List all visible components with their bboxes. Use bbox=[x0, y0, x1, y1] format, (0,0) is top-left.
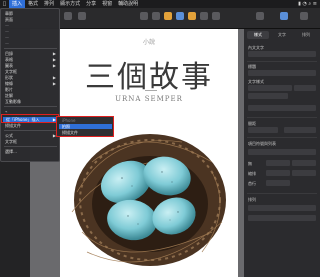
view-icon[interactable] bbox=[64, 12, 72, 20]
menu-item-interactive-image[interactable]: 互動影像 bbox=[5, 99, 57, 104]
text-icon[interactable] bbox=[176, 12, 184, 20]
menu-separator bbox=[4, 146, 57, 147]
menu-item-scan[interactable]: 掃描文件 bbox=[5, 123, 57, 128]
title-divider bbox=[145, 90, 157, 91]
comment-icon[interactable] bbox=[212, 12, 220, 20]
bold-italic-buttons[interactable] bbox=[248, 93, 288, 99]
indent-field-4[interactable] bbox=[292, 170, 316, 176]
menu-item-video[interactable]: 影片 bbox=[5, 87, 57, 92]
separator bbox=[247, 117, 317, 118]
menu-item-line[interactable]: 線條 bbox=[5, 81, 57, 86]
menu-share[interactable]: 分享 bbox=[83, 0, 99, 8]
menu-insert[interactable]: 插入 bbox=[9, 0, 26, 8]
indent-field-1[interactable] bbox=[266, 160, 290, 166]
menu-item-textbox[interactable]: 文字框 bbox=[5, 69, 57, 74]
chevron-right-icon: ▶ bbox=[52, 81, 56, 86]
menu-item-chart[interactable]: 圖表 bbox=[5, 63, 57, 68]
separator bbox=[247, 137, 317, 138]
chart-icon[interactable] bbox=[164, 12, 172, 20]
status-icons: ▮ ◔ ⌕ ≡ bbox=[298, 1, 317, 7]
subtitle-text: 小說 bbox=[142, 39, 155, 46]
insert-menu: 章節 頁面 — — — — 目錄 ▶ 表格 ▶ 圖表 ▶ 文字框 形狀 ▶ 線條… bbox=[0, 8, 60, 162]
tab-arrange[interactable]: 排列 bbox=[295, 31, 317, 39]
chevron-right-icon: ▶ bbox=[52, 63, 56, 68]
font-size-field[interactable] bbox=[294, 85, 316, 91]
menu-item-disabled-4: — bbox=[5, 41, 9, 46]
columns-control[interactable] bbox=[248, 215, 316, 221]
indent-field-3[interactable] bbox=[266, 170, 290, 176]
highlight-box-device bbox=[1, 114, 59, 123]
highlight-box-submenu bbox=[56, 116, 114, 137]
menu-item-disabled-3: — bbox=[5, 35, 9, 40]
indent-field-5[interactable] bbox=[266, 180, 290, 186]
collaborate-icon[interactable] bbox=[256, 12, 264, 20]
indent-field-2[interactable] bbox=[292, 160, 316, 166]
spacing-field[interactable] bbox=[284, 127, 316, 133]
media-icon[interactable] bbox=[200, 12, 208, 20]
menu-separator bbox=[4, 106, 57, 107]
menu-bar:  插入 格式 排列 顯示方式 分享 視窗 輔助說明 ▮ ◔ ⌕ ≡ bbox=[0, 0, 320, 8]
menu-item-extra[interactable]: 文字框 bbox=[5, 139, 57, 144]
tab-style[interactable]: 樣式 bbox=[247, 31, 269, 39]
shape-icon[interactable] bbox=[188, 12, 196, 20]
paragraph-style-popup[interactable] bbox=[248, 70, 316, 76]
menu-item-equation[interactable]: 公式 bbox=[5, 133, 57, 138]
menu-item-toc[interactable]: 目錄 bbox=[5, 51, 57, 56]
separator bbox=[247, 61, 317, 62]
bullets-popup[interactable] bbox=[248, 149, 316, 155]
author-text[interactable]: URNA SEMPER bbox=[60, 95, 238, 103]
indent-option-3: 首行 bbox=[248, 181, 256, 186]
insert-icon[interactable] bbox=[140, 12, 148, 20]
chevron-right-icon: ▶ bbox=[52, 51, 56, 56]
apple-menu-icon[interactable]:  bbox=[0, 0, 9, 8]
table-icon[interactable] bbox=[152, 12, 160, 20]
style-button-row[interactable] bbox=[248, 51, 316, 57]
menu-item-section[interactable]: 章節 bbox=[5, 11, 57, 16]
menu-arrange[interactable]: 排列 bbox=[41, 0, 57, 8]
menu-item-table[interactable]: 表格 bbox=[5, 57, 57, 62]
menu-item-disabled-2: — bbox=[5, 29, 9, 34]
menu-format[interactable]: 格式 bbox=[25, 0, 41, 8]
font-popup[interactable] bbox=[248, 85, 292, 91]
indent-option-1: 無 bbox=[248, 161, 252, 166]
menu-separator bbox=[4, 130, 57, 131]
menu-separator bbox=[4, 48, 57, 49]
chevron-right-icon: ▶ bbox=[52, 75, 56, 80]
alignment-buttons[interactable] bbox=[248, 105, 316, 111]
chevron-right-icon: ▶ bbox=[52, 57, 56, 62]
format-inspector: 樣式 文字 排列 內文文字 標題 文字樣式 間距 項目符號與列表 無 縮排 首行… bbox=[244, 29, 320, 277]
document-icon[interactable] bbox=[300, 12, 308, 20]
layout-label: 排列 bbox=[248, 197, 256, 202]
zoom-icon[interactable] bbox=[78, 12, 86, 20]
menu-item-page[interactable]: 頁面 bbox=[5, 17, 57, 22]
menu-window[interactable]: 視窗 bbox=[99, 0, 115, 8]
format-icon[interactable] bbox=[280, 12, 288, 20]
layout-buttons[interactable] bbox=[248, 205, 316, 211]
indent-option-2: 縮排 bbox=[248, 171, 256, 176]
menu-help[interactable]: 輔助說明 bbox=[115, 0, 141, 8]
menu-item-comment[interactable]: 註解 bbox=[5, 93, 57, 98]
menu-view[interactable]: 顯示方式 bbox=[57, 0, 83, 8]
separator bbox=[247, 193, 317, 194]
menu-item-disabled-1: — bbox=[5, 23, 9, 28]
bullets-label: 項目符號與列表 bbox=[248, 141, 276, 146]
spacing-popup[interactable] bbox=[248, 127, 278, 133]
menu-item-choose[interactable]: 選擇… bbox=[5, 149, 57, 154]
tab-text[interactable]: 文字 bbox=[271, 31, 293, 39]
menu-item-shape[interactable]: 形狀 bbox=[5, 75, 57, 80]
